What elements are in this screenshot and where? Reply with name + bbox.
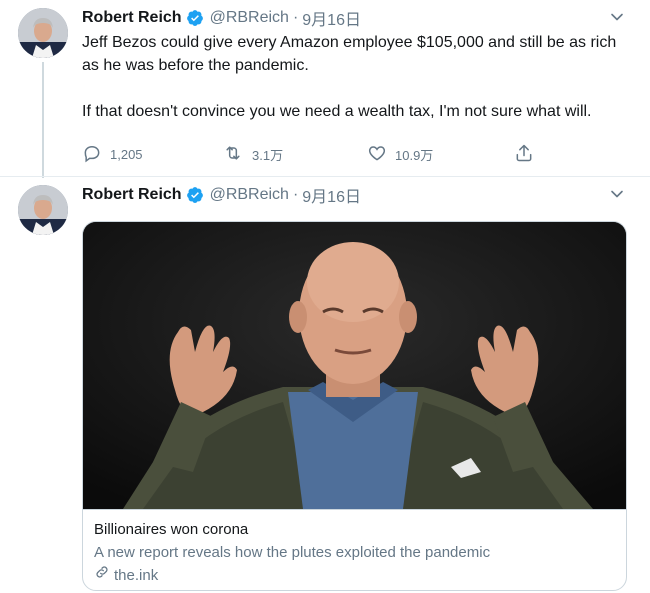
retweet-icon [222,143,252,166]
chevron-down-icon[interactable] [610,10,624,24]
link-icon [94,564,114,587]
tweet-header: Robert Reich @RBReich · 9月16日 [82,184,620,206]
heart-icon [367,143,395,166]
card-title[interactable]: Billionaires won corona [94,518,248,541]
tweet-actions: 1,205 3.1万 10.9万 [82,141,552,167]
retweet-button[interactable]: 3.1万 [222,141,283,167]
retweet-count: 3.1万 [252,147,284,163]
tweet-paragraph: Jeff Bezos could give every Amazon emplo… [82,34,617,74]
chevron-down-icon[interactable] [610,187,624,201]
tweet[interactable]: Robert Reich @RBReich · 9月16日 Billionair… [0,176,650,593]
tweet-header: Robert Reich @RBReich · 9月16日 [82,7,620,29]
link-preview-card[interactable]: Billionaires won corona A new report rev… [82,221,627,591]
author-name[interactable]: Robert Reich [82,9,182,27]
card-domain-text: the.ink [114,567,159,584]
tweet-text: Jeff Bezos could give every Amazon emplo… [82,31,622,123]
avatar[interactable] [18,185,68,235]
card-body[interactable]: Billionaires won corona A new report rev… [83,509,626,590]
verified-badge-icon [186,9,204,27]
separator: · [292,9,299,26]
like-button[interactable]: 10.9万 [367,141,433,167]
thread-line [42,62,44,178]
author-handle[interactable]: @RBReich [210,9,289,27]
avatar[interactable] [18,8,68,58]
reply-count: 1,205 [110,146,143,162]
share-button[interactable] [514,141,542,167]
card-description: A new report reveals how the plutes expl… [94,544,491,561]
tweet[interactable]: Robert Reich @RBReich · 9月16日 Jeff Bezos… [0,0,650,178]
author-handle[interactable]: @RBReich [210,186,289,204]
separator: · [292,186,299,203]
reply-button[interactable]: 1,205 [82,141,143,167]
reply-icon [82,143,110,166]
card-image[interactable] [83,222,626,509]
tweet-date[interactable]: 9月16日 [302,6,361,30]
share-icon [514,143,542,166]
verified-badge-icon [186,186,204,204]
card-domain[interactable]: the.ink [94,564,158,587]
tweet-date[interactable]: 9月16日 [302,183,361,207]
like-count: 10.9万 [395,147,434,163]
tweet-paragraph: If that doesn't convince you we need a w… [82,103,592,120]
author-name[interactable]: Robert Reich [82,186,182,204]
